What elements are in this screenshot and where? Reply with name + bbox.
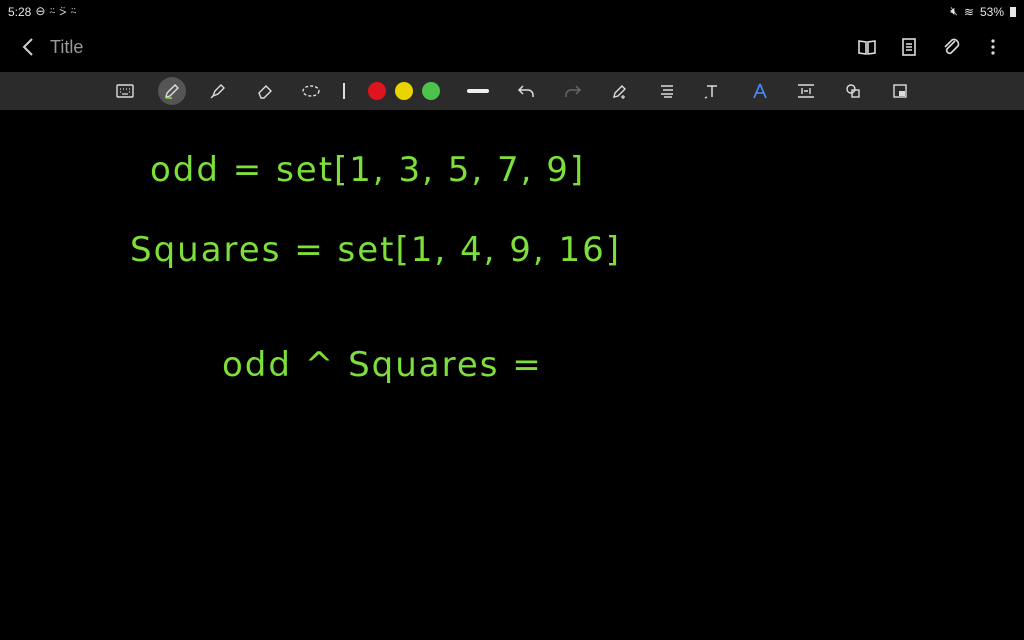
book-icon[interactable] [856,36,878,58]
chevron-left-icon [22,38,33,56]
header-actions [856,36,1004,58]
wifi-icon: ≋ [963,4,974,19]
note-title[interactable]: Title [50,37,83,58]
ink-line-2: Squares = set[1, 4, 9, 16] [130,230,622,270]
mute-icon: 🔇︎ [950,4,958,18]
color-green-swatch[interactable] [422,82,440,100]
line-weight-icon[interactable] [464,77,492,105]
page-icon[interactable] [898,36,920,58]
shape-recognition-icon[interactable] [746,77,774,105]
pen-settings-icon[interactable] [606,77,634,105]
text-tool-icon[interactable] [699,77,727,105]
ink-line-3: odd ^ Squares = [222,345,543,385]
insert-space-icon[interactable] [792,77,820,105]
back-button[interactable] [18,36,40,58]
note-canvas[interactable]: odd = set[1, 3, 5, 7, 9] Squares = set[1… [0,110,1024,640]
title-bar: Title [0,24,1024,72]
status-right: 🔇︎ ≋ 53% [950,4,1016,19]
lasso-icon[interactable] [297,77,325,105]
status-left: 5:28 ⊖ ⍨ ⍩ ⍨ [8,4,77,19]
pen-tool-icon[interactable] [158,77,186,105]
status-bar: 5:28 ⊖ ⍨ ⍩ ⍨ 🔇︎ ≋ 53% [0,0,1024,24]
status-notification-icons: ⊖ ⍨ ⍩ ⍨ [35,4,78,18]
text-align-icon[interactable] [653,77,681,105]
battery-icon [1010,6,1016,17]
color-red-swatch[interactable] [368,82,386,100]
attach-icon[interactable] [940,36,962,58]
shapes-icon[interactable] [839,77,867,105]
more-icon[interactable] [982,36,1004,58]
undo-icon[interactable] [512,77,540,105]
highlighter-icon[interactable] [204,77,232,105]
ink-line-1: odd = set[1, 3, 5, 7, 9] [150,150,586,190]
status-time: 5:28 [8,4,32,19]
battery-percent: 53% [979,4,1004,19]
toolbar-divider [330,77,358,105]
read-only-icon[interactable] [886,77,914,105]
redo-icon[interactable] [559,77,587,105]
drawing-toolbar [0,72,1024,110]
eraser-icon[interactable] [251,77,279,105]
keyboard-icon[interactable] [111,77,139,105]
color-yellow-swatch[interactable] [395,82,413,100]
